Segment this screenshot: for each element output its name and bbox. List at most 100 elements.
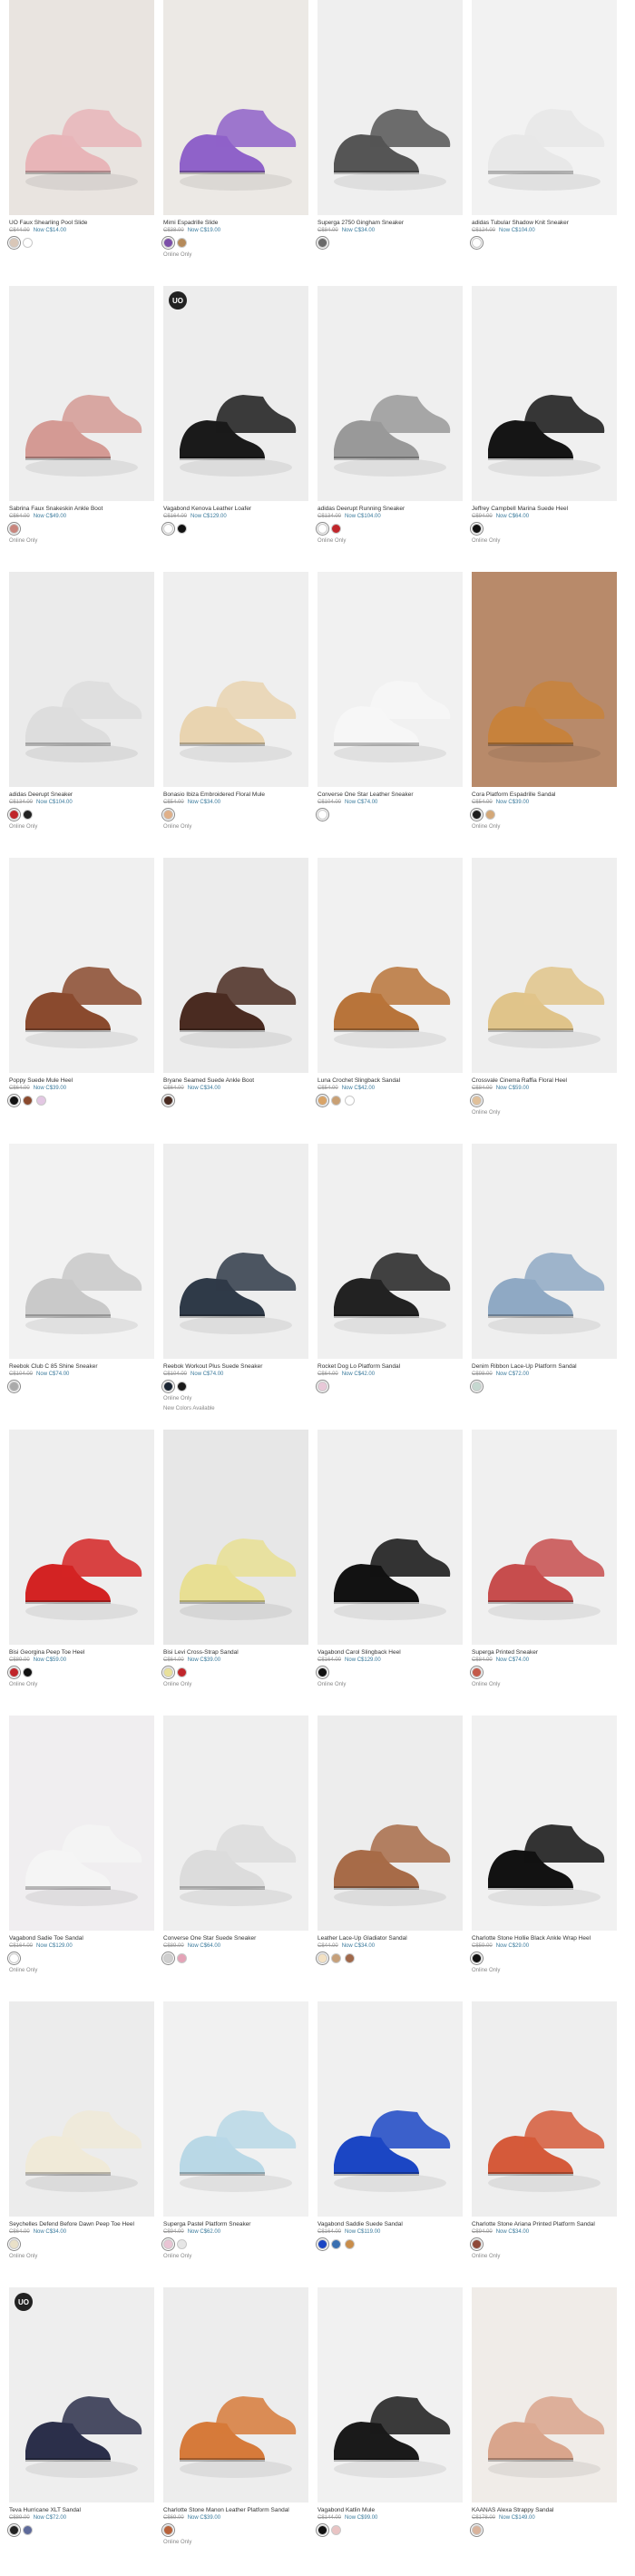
- product-image[interactable]: [318, 2001, 463, 2217]
- color-swatch[interactable]: [163, 2239, 173, 2249]
- product-image[interactable]: [163, 2001, 308, 2217]
- product-name-link[interactable]: Jeffrey Campbell Marina Suede Heel: [472, 506, 617, 513]
- color-swatch[interactable]: [472, 1667, 482, 1677]
- color-swatch[interactable]: [177, 1381, 187, 1391]
- product-name-link[interactable]: Converse One Star Leather Sneaker: [318, 791, 463, 799]
- color-swatch[interactable]: [163, 1381, 173, 1391]
- color-swatch[interactable]: [318, 810, 327, 820]
- product-name-link[interactable]: Charlotte Stone Manon Leather Platform S…: [163, 2507, 308, 2514]
- product-name-link[interactable]: Mimi Espadrille Slide: [163, 220, 308, 227]
- product-name-link[interactable]: adidas Deerupt Running Sneaker: [318, 506, 463, 513]
- product-image[interactable]: [9, 1144, 154, 1359]
- product-image[interactable]: [472, 2001, 617, 2217]
- product-name-link[interactable]: Vagabond Saddie Suede Sandal: [318, 2221, 463, 2228]
- product-image[interactable]: [318, 2287, 463, 2502]
- color-swatch[interactable]: [472, 1096, 482, 1106]
- color-swatch[interactable]: [177, 1953, 187, 1963]
- color-swatch[interactable]: [163, 1953, 173, 1963]
- product-name-link[interactable]: Reebok Workout Plus Suede Sneaker: [163, 1363, 308, 1371]
- product-name-link[interactable]: Vagabond Carol Slingback Heel: [318, 1649, 463, 1657]
- color-swatch[interactable]: [318, 2239, 327, 2249]
- product-image[interactable]: [9, 0, 154, 215]
- product-name-link[interactable]: Leather Lace-Up Gladiator Sandal: [318, 1935, 463, 1942]
- color-swatch[interactable]: [163, 238, 173, 248]
- color-swatch[interactable]: [163, 1667, 173, 1677]
- product-name-link[interactable]: Reebok Club C 85 Shine Sneaker: [9, 1363, 154, 1371]
- product-name-link[interactable]: Superga Printed Sneaker: [472, 1649, 617, 1657]
- product-image[interactable]: [163, 858, 308, 1073]
- color-swatch[interactable]: [163, 2525, 173, 2535]
- product-name-link[interactable]: UO Faux Shearling Pool Slide: [9, 220, 154, 227]
- color-swatch[interactable]: [331, 2239, 341, 2249]
- color-swatch[interactable]: [472, 1381, 482, 1391]
- product-image[interactable]: [318, 1430, 463, 1645]
- color-swatch[interactable]: [9, 1953, 19, 1963]
- color-swatch[interactable]: [472, 2525, 482, 2535]
- color-swatch[interactable]: [472, 238, 482, 248]
- product-image[interactable]: [9, 2001, 154, 2217]
- product-name-link[interactable]: adidas Deerupt Sneaker: [9, 791, 154, 799]
- color-swatch[interactable]: [163, 810, 173, 820]
- product-name-link[interactable]: Rocket Dog Lo Platform Sandal: [318, 1363, 463, 1371]
- product-image[interactable]: [472, 572, 617, 787]
- product-name-link[interactable]: adidas Tubular Shadow Knit Sneaker: [472, 220, 617, 227]
- color-swatch[interactable]: [23, 238, 33, 248]
- color-swatch[interactable]: [472, 524, 482, 534]
- product-name-link[interactable]: Seychelles Defend Before Dawn Peep Toe H…: [9, 2221, 154, 2228]
- color-swatch[interactable]: [163, 1096, 173, 1106]
- product-name-link[interactable]: Bonasio Ibiza Embroidered Floral Mule: [163, 791, 308, 799]
- color-swatch[interactable]: [9, 524, 19, 534]
- product-image[interactable]: [9, 572, 154, 787]
- color-swatch[interactable]: [318, 2525, 327, 2535]
- product-image[interactable]: [472, 1430, 617, 1645]
- color-swatch[interactable]: [23, 1096, 33, 1106]
- product-image[interactable]: [9, 1716, 154, 1931]
- product-name-link[interactable]: Teva Hurricane XLT Sandal: [9, 2507, 154, 2514]
- product-name-link[interactable]: Vagabond Kenova Leather Loafer: [163, 506, 308, 513]
- product-name-link[interactable]: KAANAS Alexa Strappy Sandal: [472, 2507, 617, 2514]
- product-image[interactable]: [472, 1144, 617, 1359]
- product-name-link[interactable]: Superga Pastel Platform Sneaker: [163, 2221, 308, 2228]
- product-image[interactable]: [9, 858, 154, 1073]
- color-swatch[interactable]: [345, 2239, 355, 2249]
- product-image[interactable]: [318, 858, 463, 1073]
- product-name-link[interactable]: Superga 2750 Gingham Sneaker: [318, 220, 463, 227]
- product-name-link[interactable]: Vagabond Sadie Toe Sandal: [9, 1935, 154, 1942]
- color-swatch[interactable]: [23, 1667, 33, 1677]
- product-name-link[interactable]: Cora Platform Espadrille Sandal: [472, 791, 617, 799]
- product-image[interactable]: [472, 286, 617, 501]
- product-image[interactable]: [472, 2287, 617, 2502]
- product-image[interactable]: [163, 1144, 308, 1359]
- color-swatch[interactable]: [9, 2239, 19, 2249]
- color-swatch[interactable]: [318, 524, 327, 534]
- product-image[interactable]: [9, 1430, 154, 1645]
- product-image[interactable]: [318, 286, 463, 501]
- color-swatch[interactable]: [9, 238, 19, 248]
- product-image[interactable]: [163, 2287, 308, 2502]
- product-name-link[interactable]: Denim Ribbon Lace-Up Platform Sandal: [472, 1363, 617, 1371]
- color-swatch[interactable]: [9, 1096, 19, 1106]
- color-swatch[interactable]: [485, 810, 495, 820]
- product-image[interactable]: [318, 1144, 463, 1359]
- product-name-link[interactable]: Crossvale Cinema Raffia Floral Heel: [472, 1077, 617, 1085]
- color-swatch[interactable]: [9, 1381, 19, 1391]
- product-image[interactable]: [163, 0, 308, 215]
- color-swatch[interactable]: [36, 1096, 46, 1106]
- product-image[interactable]: UO: [163, 286, 308, 501]
- color-swatch[interactable]: [318, 1381, 327, 1391]
- product-image[interactable]: [318, 0, 463, 215]
- product-image[interactable]: [318, 1716, 463, 1931]
- product-image[interactable]: [163, 572, 308, 787]
- product-name-link[interactable]: Poppy Suede Mule Heel: [9, 1077, 154, 1085]
- product-image[interactable]: UO: [9, 2287, 154, 2502]
- product-name-link[interactable]: Bisi Levi Cross-Strap Sandal: [163, 1649, 308, 1657]
- color-swatch[interactable]: [177, 238, 187, 248]
- product-name-link[interactable]: Charlotte Stone Ariana Printed Platform …: [472, 2221, 617, 2228]
- product-name-link[interactable]: Charlotte Stone Hollie Black Ankle Wrap …: [472, 1935, 617, 1942]
- color-swatch[interactable]: [472, 810, 482, 820]
- color-swatch[interactable]: [177, 2239, 187, 2249]
- product-name-link[interactable]: Sabrina Faux Snakeskin Ankle Boot: [9, 506, 154, 513]
- product-image[interactable]: [472, 858, 617, 1073]
- color-swatch[interactable]: [9, 1667, 19, 1677]
- product-image[interactable]: [472, 1716, 617, 1931]
